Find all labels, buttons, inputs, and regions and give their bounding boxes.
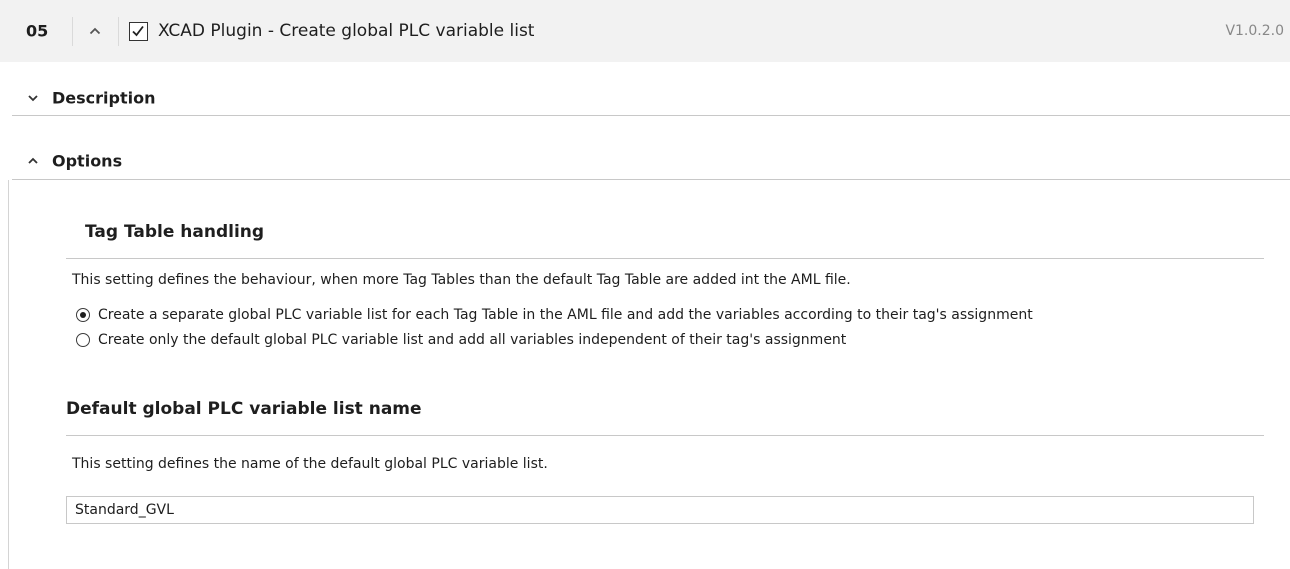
radio-option-label: Create a separate global PLC variable li…: [98, 307, 1033, 323]
step-number: 05: [26, 21, 49, 41]
radio-button[interactable]: [76, 333, 90, 347]
chevron-up-icon: [89, 27, 101, 35]
step-header: 05 XCAD Plugin - Create global PLC varia…: [0, 0, 1290, 62]
radio-button-selected[interactable]: [76, 308, 90, 322]
tag-table-title: Tag Table handling: [85, 222, 265, 242]
header-divider: [118, 17, 119, 46]
header-divider: [72, 17, 73, 46]
chevron-up-icon: [28, 157, 38, 164]
default-list-name-input[interactable]: [66, 496, 1254, 524]
section-description-label: Description: [52, 88, 156, 108]
collapse-step-button[interactable]: [80, 16, 110, 46]
checkmark-icon: [132, 25, 144, 37]
default-list-description: This setting defines the name of the def…: [72, 456, 548, 472]
subsection-divider: [66, 258, 1264, 259]
radio-option-default-list-only[interactable]: Create only the default global PLC varia…: [72, 329, 1262, 351]
section-options-label: Options: [52, 151, 123, 171]
panel-border: [8, 180, 9, 569]
chevron-down-icon: [28, 95, 38, 102]
subsection-divider: [66, 435, 1264, 436]
step-enabled-checkbox[interactable]: [129, 22, 148, 41]
radio-option-label: Create only the default global PLC varia…: [98, 332, 847, 348]
section-divider: [12, 115, 1290, 116]
version-label: V1.0.2.0: [1225, 23, 1284, 39]
step-title: XCAD Plugin - Create global PLC variable…: [158, 21, 535, 41]
tag-table-description: This setting defines the behaviour, when…: [72, 272, 851, 288]
section-options-header[interactable]: Options: [0, 143, 1290, 179]
section-divider: [12, 179, 1290, 180]
radio-option-separate-lists[interactable]: Create a separate global PLC variable li…: [72, 304, 1262, 326]
section-description-header[interactable]: Description: [0, 80, 1290, 116]
default-list-title: Default global PLC variable list name: [66, 399, 422, 419]
